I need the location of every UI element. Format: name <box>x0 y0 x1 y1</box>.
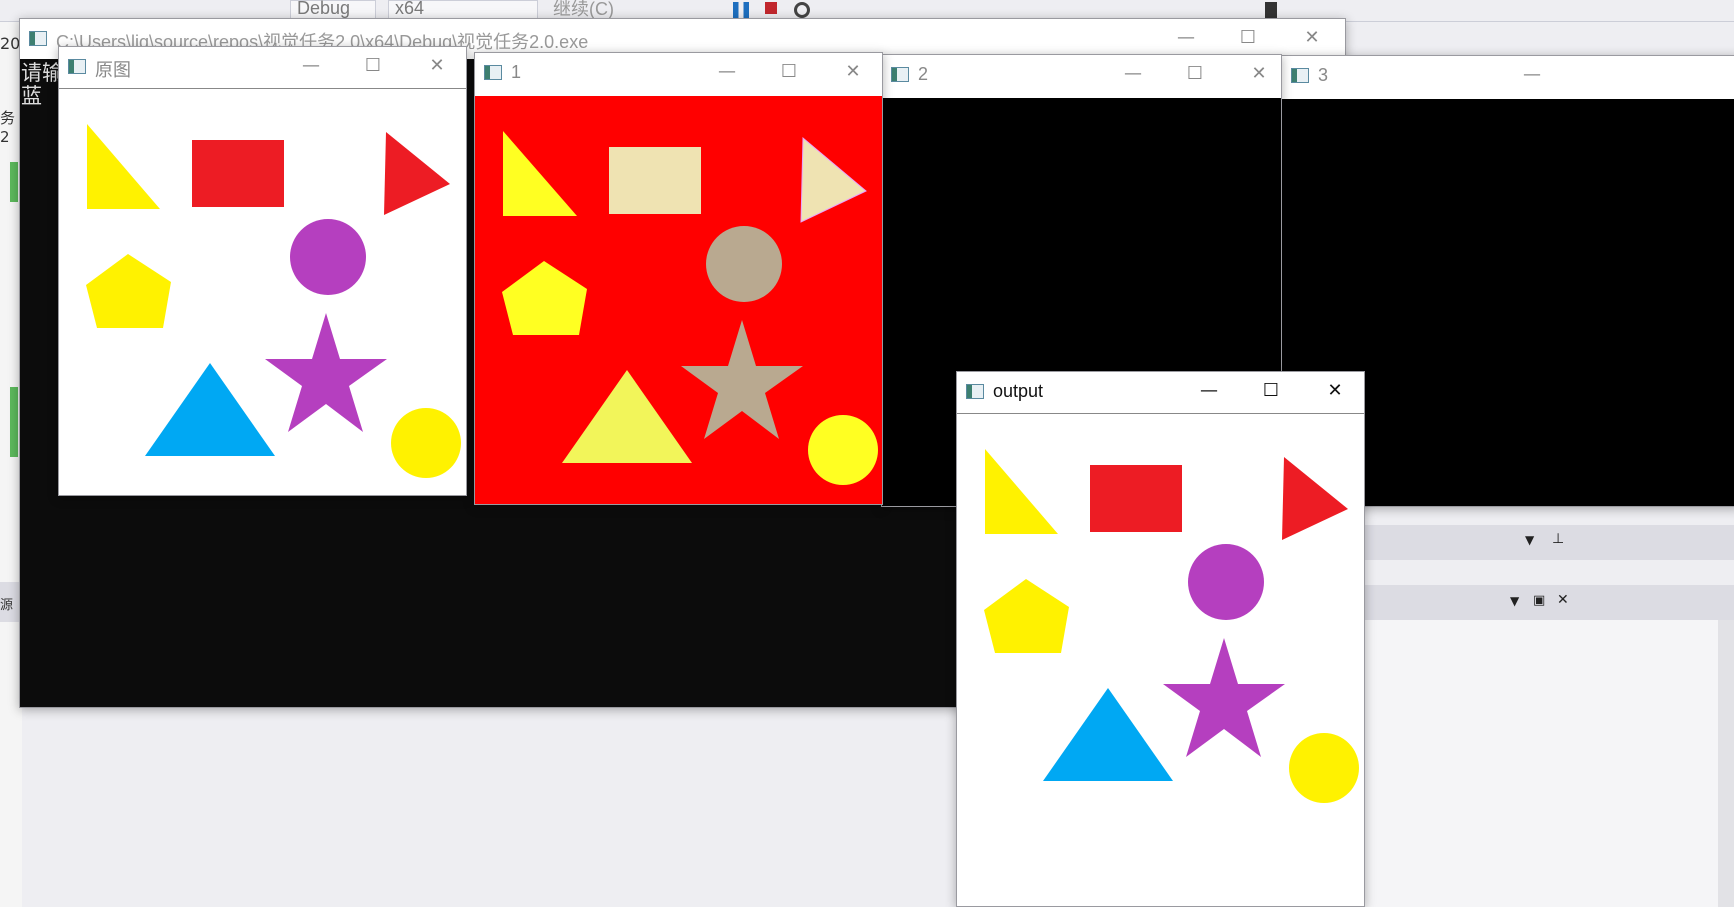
rectangle-shape <box>1090 465 1182 532</box>
close-icon[interactable]: ✕ <box>1320 378 1350 404</box>
circle-shape <box>1188 544 1264 620</box>
window-3-title: 3 <box>1318 65 1329 85</box>
triangle-shape <box>1043 688 1173 781</box>
close-icon[interactable]: ✕ <box>1557 592 1569 608</box>
output-image <box>957 413 1364 906</box>
rectangle-shape <box>192 140 284 207</box>
window-icon <box>68 59 86 74</box>
pentagon-shape <box>86 254 171 328</box>
vs-right-scrollbar[interactable] <box>1718 620 1734 907</box>
vs-right-panel <box>1365 620 1734 907</box>
platform-dropdown[interactable]: x64 <box>388 0 538 20</box>
minimize-icon[interactable]: — <box>1194 378 1224 404</box>
output-window: output — ☐ ✕ <box>956 371 1365 907</box>
vs-left-text-3: 源 <box>0 598 14 613</box>
pin-icon[interactable]: ⊥ <box>1552 531 1564 547</box>
vs-right-toolbar-2: ▼ ▣ ✕ <box>1365 585 1734 620</box>
dropdown-arrow-icon[interactable]: ▼ <box>1510 594 1519 608</box>
minimize-icon[interactable]: — <box>296 53 326 79</box>
triangle-shape <box>145 363 275 456</box>
window-1: 1 — ☐ ✕ <box>474 52 883 505</box>
maximize-icon[interactable]: ☐ <box>1256 378 1286 404</box>
original-image <box>59 88 466 495</box>
vs-left-marker-1 <box>10 162 18 202</box>
triangle-shape <box>800 136 867 223</box>
window-1-image <box>475 96 882 504</box>
window-2-title: 2 <box>918 64 929 84</box>
output-title: output <box>993 381 1044 401</box>
restart-icon[interactable] <box>794 2 810 18</box>
window-1-titlebar[interactable]: 1 — ☐ ✕ <box>475 53 882 93</box>
dropdown-arrow-icon[interactable]: ▼ <box>1525 533 1534 547</box>
right-triangle-shape <box>503 131 577 216</box>
triangle-shape <box>562 370 692 463</box>
pause-icon[interactable] <box>733 2 749 18</box>
output-titlebar[interactable]: output — ☐ ✕ <box>957 372 1364 412</box>
maximize-icon[interactable]: ☐ <box>774 59 804 85</box>
config-label: Debug <box>297 0 351 18</box>
right-triangle-shape <box>87 124 160 209</box>
minimize-icon[interactable]: — <box>712 59 742 85</box>
circle-shape <box>706 226 782 302</box>
close-icon[interactable]: ✕ <box>422 53 452 79</box>
minimize-icon[interactable]: — <box>1517 62 1547 88</box>
circle-shape <box>1289 733 1359 803</box>
close-icon[interactable]: ✕ <box>1244 61 1274 87</box>
circle-shape <box>808 415 878 485</box>
window-icon <box>966 384 984 399</box>
circle-shape <box>391 408 461 478</box>
vs-right-toolbar-1: ▼ ⊥ <box>1365 525 1734 560</box>
window-icon <box>29 31 47 46</box>
window-icon <box>484 65 502 80</box>
platform-label: x64 <box>395 0 425 18</box>
maximize-icon[interactable]: ☐ <box>1180 61 1210 87</box>
vs-left-marker-2 <box>10 387 18 457</box>
continue-button[interactable]: 继续(C) <box>553 0 614 18</box>
rectangle-shape <box>609 147 701 214</box>
original-titlebar[interactable]: 原图 — ☐ ✕ <box>59 47 466 87</box>
minimize-icon[interactable]: — <box>1171 25 1201 51</box>
config-dropdown[interactable]: Debug <box>290 0 376 20</box>
star-shape <box>1163 638 1285 757</box>
close-icon[interactable]: ✕ <box>838 59 868 85</box>
circle-shape <box>290 219 366 295</box>
window-3-titlebar[interactable]: 3 — <box>1282 56 1734 96</box>
close-icon[interactable]: ✕ <box>1297 25 1327 51</box>
original-title: 原图 <box>95 60 131 80</box>
window-icon <box>891 67 909 82</box>
triangle-shape <box>1282 457 1348 540</box>
stop-icon[interactable] <box>765 2 777 14</box>
window-2-titlebar[interactable]: 2 — ☐ ✕ <box>882 55 1281 95</box>
pentagon-shape <box>502 261 587 335</box>
minimize-icon[interactable]: — <box>1118 61 1148 87</box>
triangle-shape <box>384 132 450 215</box>
star-shape <box>265 313 387 432</box>
window-1-title: 1 <box>511 62 522 82</box>
maximize-icon[interactable]: ▣ <box>1533 593 1545 608</box>
pentagon-shape <box>984 579 1069 653</box>
original-window: 原图 — ☐ ✕ <box>58 46 467 496</box>
window-icon <box>1291 68 1309 83</box>
maximize-icon[interactable]: ☐ <box>358 53 388 79</box>
star-shape <box>681 320 803 439</box>
right-triangle-shape <box>985 449 1058 534</box>
maximize-icon[interactable]: ☐ <box>1233 25 1263 51</box>
bookmark-icon[interactable] <box>1265 2 1277 18</box>
